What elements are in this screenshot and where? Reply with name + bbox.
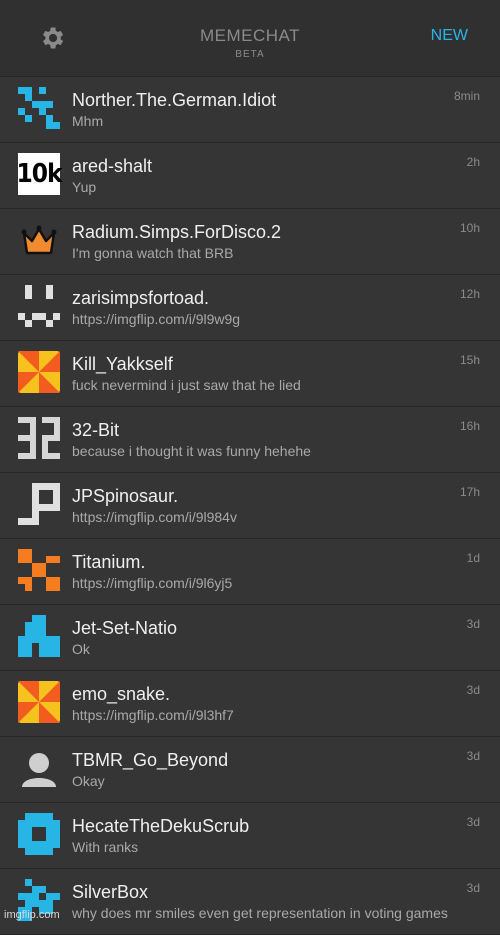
conversation-row[interactable]: Radium.Simps.ForDisco.2 I'm gonna watch … (0, 209, 500, 275)
timestamp: 3d (466, 683, 480, 697)
conversation-row[interactable]: 32-Bit because i thought it was funny he… (0, 407, 500, 473)
timestamp: 10h (459, 221, 480, 235)
conversation-row[interactable]: JPSpinosaur. https://imgflip.com/i/9l984… (0, 473, 500, 539)
timestamp: 1d (466, 551, 480, 565)
contact-name: Radium.Simps.ForDisco.2 (72, 222, 282, 242)
conversation-row[interactable]: TBMR_Go_Beyond Okay 3d (0, 737, 500, 803)
message-preview: Okay (72, 773, 105, 789)
contact-name: emo_snake. (72, 684, 171, 704)
timestamp: 17h (459, 485, 480, 499)
crown-icon (21, 225, 57, 255)
message-preview: https://imgflip.com/i/9l6yj5 (72, 575, 233, 591)
timestamp: 3d (466, 881, 480, 895)
message-preview: why does mr smiles even get representati… (72, 905, 448, 921)
default-user-icon (22, 753, 56, 787)
app-subtitle: BETA (235, 49, 265, 60)
contact-name: Kill_Yakkself (72, 354, 173, 374)
white-pixel-p-icon (18, 483, 60, 525)
timestamp: 12h (459, 287, 480, 301)
contact-name: 32-Bit (72, 420, 120, 440)
conversation-row[interactable]: emo_snake. https://imgflip.com/i/9l3hf7 … (0, 671, 500, 737)
conversation-list: Norther.The.German.Idiot Mhm 8min 10k ar… (0, 77, 500, 935)
contact-name: Titanium. (72, 552, 146, 572)
conversation-row[interactable]: Jet-Set-Natio Ok 3d (0, 605, 500, 671)
conversation-row[interactable]: 10k ared-shalt Yup 2h (0, 143, 500, 209)
message-preview: With ranks (72, 839, 139, 855)
message-preview: https://imgflip.com/i/9l984v (72, 509, 237, 525)
message-preview: Mhm (72, 113, 104, 129)
imgflip-watermark: imgflip.com (4, 909, 60, 921)
contact-name: SilverBox (72, 882, 149, 902)
timestamp: 3d (466, 815, 480, 829)
orange-pixel-icon (18, 549, 60, 591)
message-preview: I'm gonna watch that BRB (72, 245, 234, 261)
app-title: MEMECHAT (199, 26, 300, 45)
32-pixel-icon (18, 417, 60, 459)
timestamp: 16h (459, 419, 480, 433)
message-preview: Ok (72, 641, 90, 657)
conversation-row[interactable]: HecateTheDekuScrub With ranks 3d (0, 803, 500, 869)
message-preview: because i thought it was funny hehehe (72, 443, 311, 459)
timestamp: 2h (466, 155, 480, 169)
white-pixel-face-icon (18, 285, 60, 327)
message-preview: https://imgflip.com/i/9l9w9g (72, 311, 241, 327)
pinwheel-icon (18, 351, 60, 393)
timestamp: 3d (466, 617, 480, 631)
contact-name: TBMR_Go_Beyond (72, 750, 229, 770)
blue-pixel-icon (18, 87, 60, 129)
contact-name: Norther.The.German.Idiot (72, 90, 277, 110)
new-chat-button[interactable]: NEW (431, 27, 468, 45)
contact-name: JPSpinosaur. (72, 486, 179, 506)
message-preview: Yup (72, 179, 97, 195)
conversation-row[interactable]: zarisimpsfortoad. https://imgflip.com/i/… (0, 275, 500, 341)
contact-name: Jet-Set-Natio (72, 618, 178, 638)
conversation-row[interactable]: SilverBox why does mr smiles even get re… (0, 869, 500, 935)
app-header: MEMECHAT BETA NEW (0, 0, 500, 77)
contact-name: HecateTheDekuScrub (72, 816, 250, 836)
10k-text-avatar: 10k (16, 153, 63, 195)
timestamp: 3d (466, 749, 480, 763)
contact-name: ared-shalt (72, 156, 153, 176)
timestamp: 8min (453, 89, 480, 103)
blue-pixel-cross-icon (18, 813, 60, 855)
message-preview: https://imgflip.com/i/9l3hf7 (72, 707, 234, 723)
conversation-row[interactable]: Kill_Yakkself fuck nevermind i just saw … (0, 341, 500, 407)
conversation-row[interactable]: Titanium. https://imgflip.com/i/9l6yj5 1… (0, 539, 500, 605)
timestamp: 15h (459, 353, 480, 367)
conversation-row[interactable]: Norther.The.German.Idiot Mhm 8min (0, 77, 500, 143)
message-preview: fuck nevermind i just saw that he lied (72, 377, 301, 393)
pinwheel-icon (18, 681, 60, 723)
blue-pixel-house-icon (18, 615, 60, 657)
contact-name: zarisimpsfortoad. (72, 288, 210, 308)
